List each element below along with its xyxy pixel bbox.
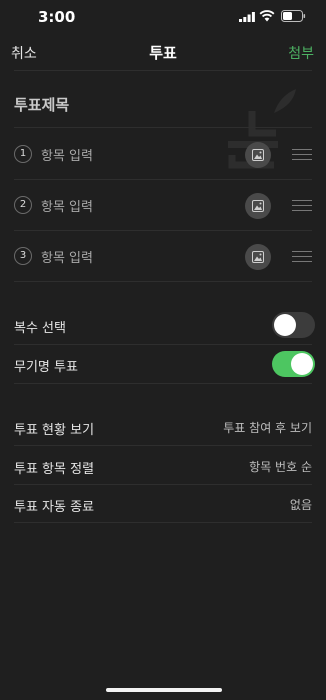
drag-handle-icon[interactable] (292, 200, 312, 211)
divider (14, 522, 312, 523)
status-bar: 3:00 (0, 0, 326, 34)
poll-option-1: 1 항목 입력 (14, 130, 312, 180)
divider (14, 127, 312, 128)
status-time: 3:00 (38, 8, 76, 26)
add-image-button[interactable] (245, 193, 271, 219)
divider (14, 383, 312, 384)
divider (14, 230, 312, 231)
vote-sort-setting[interactable]: 투표 항목 정렬 항목 번호 순 (14, 446, 312, 484)
toggle-knob (274, 314, 296, 336)
page-title: 투표 (149, 44, 177, 62)
multi-select-label: 복수 선택 (14, 321, 66, 336)
drag-handle-icon[interactable] (292, 251, 312, 262)
image-icon (252, 149, 264, 161)
home-indicator[interactable] (106, 688, 222, 692)
add-image-button[interactable] (245, 142, 271, 168)
setting-value: 항목 번호 순 (249, 460, 312, 474)
setting-value: 투표 참여 후 보기 (223, 421, 312, 435)
multi-select-toggle[interactable] (272, 312, 315, 338)
divider (14, 179, 312, 180)
multi-select-row: 복수 선택 (14, 306, 315, 344)
divider (14, 281, 312, 282)
cellular-signal-icon (239, 12, 255, 22)
option-number-badge: 1 (14, 145, 32, 163)
nav-bar: 취소 투표 첨부 (0, 34, 326, 70)
battery-icon (281, 10, 306, 22)
add-image-button[interactable] (245, 244, 271, 270)
setting-label: 투표 현황 보기 (14, 423, 95, 438)
attach-button[interactable]: 첨부 (288, 43, 314, 63)
wifi-icon (259, 10, 275, 22)
vote-status-setting[interactable]: 투표 현황 보기 투표 참여 후 보기 (14, 407, 312, 445)
option-input[interactable]: 항목 입력 (41, 145, 93, 164)
divider (14, 70, 312, 71)
anonymous-vote-toggle[interactable] (272, 351, 315, 377)
vote-auto-close-setting[interactable]: 투표 자동 종료 없음 (14, 484, 312, 522)
option-input[interactable]: 항목 입력 (41, 247, 93, 266)
option-number-badge: 3 (14, 247, 32, 265)
poll-option-3: 3 항목 입력 (14, 232, 312, 282)
poll-option-2: 2 항목 입력 (14, 181, 312, 231)
image-icon (252, 251, 264, 263)
anonymous-vote-row: 무기명 투표 (14, 345, 315, 383)
option-number-badge: 2 (14, 196, 32, 214)
image-icon (252, 200, 264, 212)
drag-handle-icon[interactable] (292, 149, 312, 160)
toggle-knob (291, 353, 313, 375)
poll-title-input[interactable]: 투표제목 (14, 94, 69, 115)
setting-label: 투표 자동 종료 (14, 500, 95, 515)
setting-value: 없음 (289, 498, 312, 512)
setting-label: 투표 항목 정렬 (14, 462, 95, 477)
option-input[interactable]: 항목 입력 (41, 196, 93, 215)
anonymous-vote-label: 무기명 투표 (14, 360, 78, 375)
